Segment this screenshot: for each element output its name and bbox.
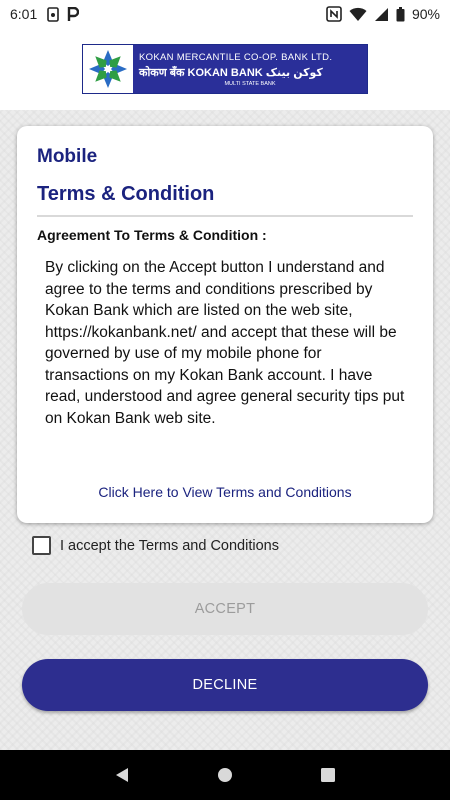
terms-card: Mobile Terms & Condition Agreement To Te… bbox=[17, 126, 433, 523]
recents-icon[interactable] bbox=[313, 760, 343, 790]
card-divider bbox=[37, 215, 413, 217]
status-time: 6:01 bbox=[10, 6, 38, 22]
card-title-terms: Terms & Condition bbox=[37, 183, 215, 205]
accept-terms-checkbox[interactable] bbox=[32, 536, 51, 555]
battery-icon bbox=[396, 6, 405, 22]
bank-logo: KOKAN MERCANTILE CO-OP. BANK LTD. कोकण ब… bbox=[82, 44, 368, 94]
card-title-mobile: Mobile bbox=[37, 146, 98, 167]
status-left-icons bbox=[47, 6, 80, 22]
accept-terms-row[interactable]: I accept the Terms and Conditions bbox=[32, 536, 279, 555]
logo-devanagari-name: कोकण बँक bbox=[139, 66, 185, 79]
agreement-heading: Agreement To Terms & Condition : bbox=[37, 227, 267, 243]
cellular-signal-icon bbox=[374, 7, 389, 22]
wifi-icon bbox=[349, 7, 367, 22]
system-nav-bar bbox=[0, 750, 450, 800]
status-right: 90% bbox=[326, 6, 440, 22]
accept-terms-label[interactable]: I accept the Terms and Conditions bbox=[60, 538, 279, 554]
logo-bank-full-name: KOKAN MERCANTILE CO-OP. BANK LTD. bbox=[139, 51, 333, 63]
logo-tagline: MULTI STATE BANK bbox=[224, 80, 276, 87]
home-icon[interactable] bbox=[210, 760, 240, 790]
decline-button[interactable]: DECLINE bbox=[22, 659, 428, 711]
bank-logo-text: KOKAN MERCANTILE CO-OP. BANK LTD. कोकण ब… bbox=[133, 45, 367, 93]
view-terms-link[interactable]: Click Here to View Terms and Conditions bbox=[17, 484, 433, 500]
accept-button[interactable]: ACCEPT bbox=[22, 583, 428, 635]
parking-icon bbox=[67, 6, 80, 22]
app-header: KOKAN MERCANTILE CO-OP. BANK LTD. कोकण ब… bbox=[0, 28, 450, 110]
logo-english-name: KOKAN BANK bbox=[187, 66, 263, 79]
bank-logo-mark-icon bbox=[83, 45, 133, 93]
logo-bank-short-name: कोकण बँक KOKAN BANK کوکن بینک bbox=[139, 65, 361, 80]
status-bar: 6:01 90% bbox=[0, 0, 450, 28]
back-icon[interactable] bbox=[107, 760, 137, 790]
sim-settings-icon bbox=[47, 6, 60, 22]
main-content: Mobile Terms & Condition Agreement To Te… bbox=[0, 110, 450, 750]
agreement-body: By clicking on the Accept button I under… bbox=[45, 259, 405, 427]
logo-urdu-name: کوکن بینک bbox=[265, 66, 323, 79]
battery-percent: 90% bbox=[411, 6, 440, 22]
nfc-icon bbox=[326, 6, 342, 22]
